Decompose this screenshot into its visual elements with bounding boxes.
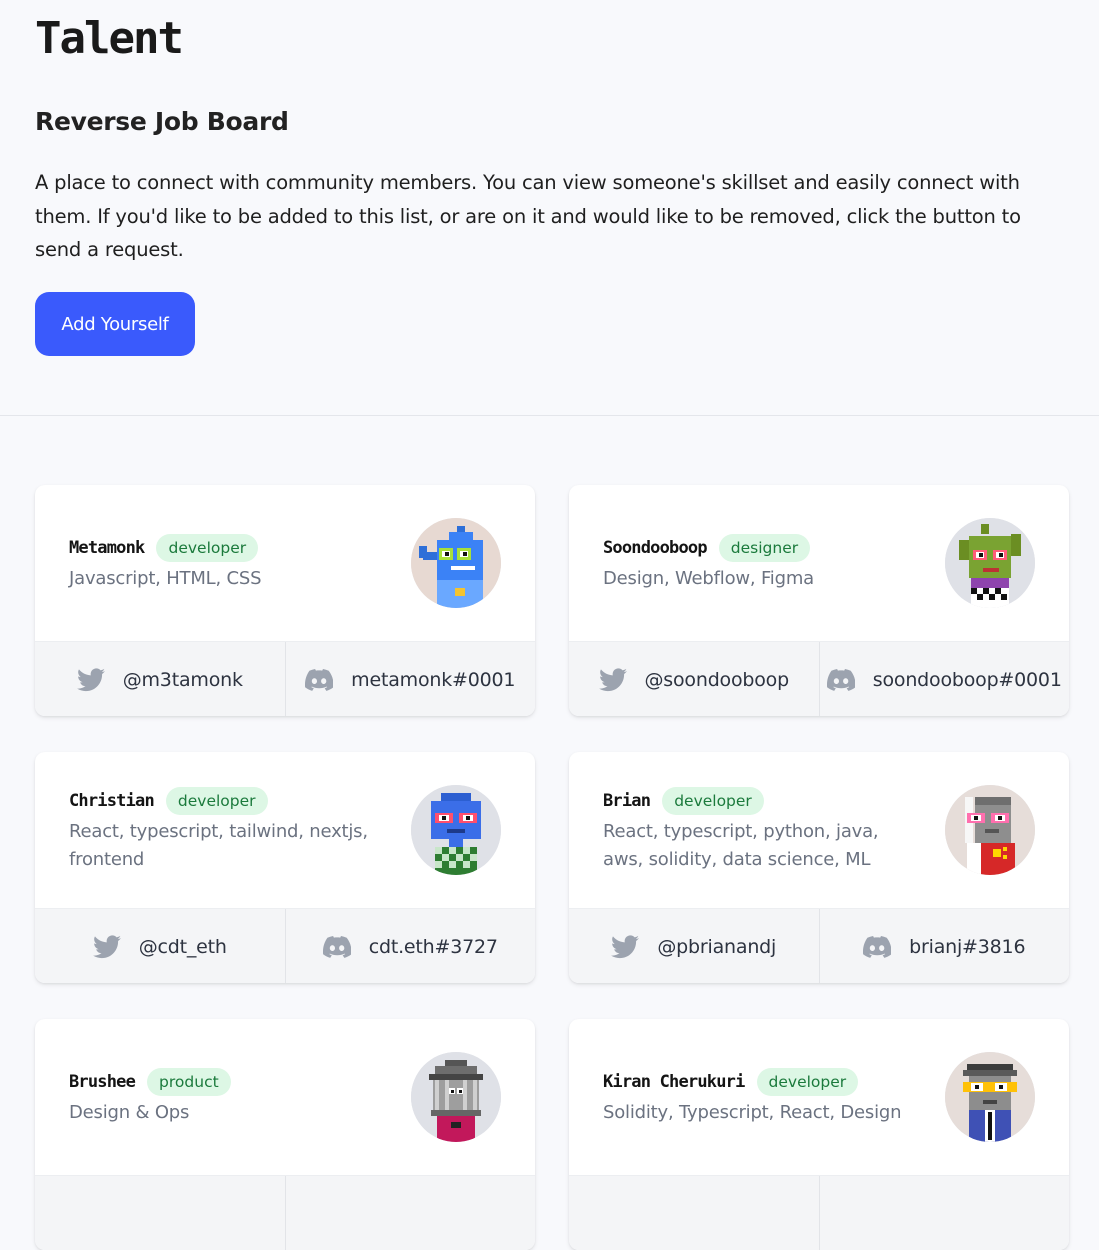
twitter-handle: @pbrianandj	[657, 935, 777, 958]
pixel-blue-creature-avatar-icon	[411, 785, 501, 875]
twitter-icon	[611, 934, 640, 959]
page-header: Talent Reverse Job Board A place to conn…	[0, 0, 1099, 416]
member-skills: React, typescript, tailwind, nextjs, fro…	[69, 821, 368, 870]
role-badge: developer	[756, 1068, 859, 1096]
discord-link[interactable]	[284, 1176, 536, 1250]
role-badge: designer	[718, 534, 811, 562]
discord-handle: soondooboop#0001	[872, 668, 1062, 691]
member-skills: Javascript, HTML, CSS	[69, 568, 262, 589]
member-name: Brian	[603, 791, 651, 811]
discord-handle: metamonk#0001	[351, 668, 516, 691]
pixel-hat-character-avatar-icon	[945, 1052, 1035, 1142]
discord-link[interactable]: brianj#3816	[818, 909, 1070, 983]
discord-icon	[863, 935, 892, 959]
member-name: Kiran Cherukuri	[603, 1072, 745, 1092]
talent-card: Christian developer React, typescript, t…	[35, 752, 535, 983]
twitter-icon	[598, 667, 627, 692]
discord-link[interactable]: metamonk#0001	[284, 642, 536, 716]
discord-icon	[826, 668, 855, 692]
role-badge: product	[147, 1068, 231, 1096]
discord-link[interactable]: soondooboop#0001	[818, 642, 1070, 716]
talent-card: Brian developer React, typescript, pytho…	[569, 752, 1069, 983]
twitter-icon	[76, 667, 105, 692]
member-name: Metamonk	[69, 538, 145, 558]
member-skills: Design, Webflow, Figma	[603, 568, 814, 589]
talent-card: Metamonk developer Javascript, HTML, CSS	[35, 485, 535, 716]
twitter-link[interactable]	[569, 1176, 819, 1250]
avatar	[411, 785, 501, 875]
talent-card: Kiran Cherukuri developer Solidity, Type…	[569, 1019, 1069, 1250]
page-title: Talent	[35, 13, 184, 64]
pixel-shark-avatar-icon	[411, 518, 501, 608]
talent-card: Soondooboop designer Design, Webflow, Fi…	[569, 485, 1069, 716]
twitter-link[interactable]: @m3tamonk	[35, 642, 285, 716]
twitter-link[interactable]: @pbrianandj	[569, 909, 819, 983]
page-description: A place to connect with community member…	[35, 171, 1021, 261]
pixel-temple-avatar-icon	[411, 1052, 501, 1142]
twitter-link[interactable]: @soondooboop	[569, 642, 819, 716]
member-skills: Design & Ops	[69, 1102, 190, 1123]
discord-icon	[322, 935, 351, 959]
twitter-icon	[92, 934, 121, 959]
twitter-handle: @m3tamonk	[122, 668, 243, 691]
avatar	[411, 518, 501, 608]
discord-link[interactable]: cdt.eth#3727	[284, 909, 536, 983]
pixel-gray-character-avatar-icon	[945, 785, 1035, 875]
discord-handle: cdt.eth#3727	[368, 935, 498, 958]
member-name: Brushee	[69, 1072, 136, 1092]
member-name: Soondooboop	[603, 538, 708, 558]
discord-handle: brianj#3816	[909, 935, 1026, 958]
member-skills: Solidity, Typescript, React, Design	[603, 1102, 902, 1123]
twitter-link[interactable]	[35, 1176, 285, 1250]
role-badge: developer	[662, 787, 764, 815]
avatar	[945, 785, 1035, 875]
twitter-handle: @soondooboop	[644, 668, 790, 691]
twitter-link[interactable]: @cdt_eth	[35, 909, 285, 983]
talent-card: Brushee product Design & Ops	[35, 1019, 535, 1250]
avatar	[945, 518, 1035, 608]
add-yourself-button[interactable]: Add Yourself	[35, 291, 195, 356]
twitter-handle: @cdt_eth	[138, 935, 227, 958]
member-name: Christian	[69, 791, 155, 811]
role-badge: developer	[156, 534, 259, 562]
page-subtitle: Reverse Job Board	[35, 107, 289, 136]
avatar	[411, 1052, 501, 1142]
pixel-cactus-avatar-icon	[945, 518, 1035, 608]
role-badge: developer	[165, 787, 268, 815]
member-skills: React, typescript, python, java, aws, so…	[603, 821, 879, 870]
discord-link[interactable]	[818, 1176, 1070, 1250]
avatar	[945, 1052, 1035, 1142]
discord-icon	[305, 668, 334, 692]
